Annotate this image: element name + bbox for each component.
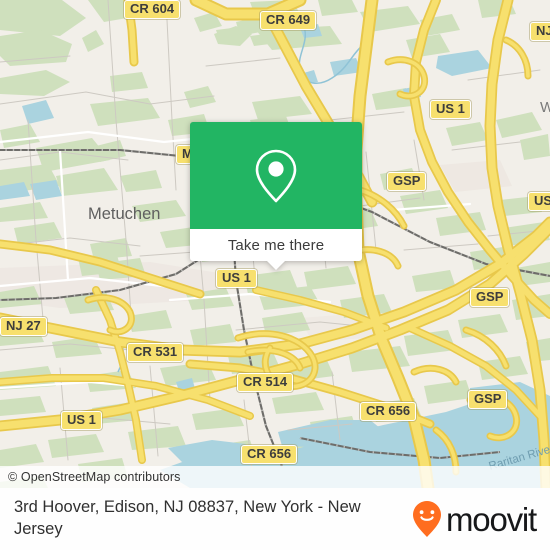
moovit-logo[interactable]: moovit	[412, 500, 550, 538]
osm-attribution-text: © OpenStreetMap contributors	[8, 470, 181, 484]
map-pin-icon	[255, 149, 297, 202]
road-shield: US 1	[61, 411, 102, 430]
map-place-label: W	[540, 99, 550, 116]
road-shield: US 1	[430, 100, 471, 119]
osm-attribution: © OpenStreetMap contributors	[0, 466, 550, 488]
road-shield: GSP	[470, 288, 510, 307]
map-place-label: Metuchen	[88, 205, 160, 223]
take-me-there-card[interactable]: Take me there	[190, 122, 362, 270]
road-shield: NJ 27	[0, 317, 47, 336]
card-pointer-tail	[267, 261, 285, 270]
footer-bar: 3rd Hoover, Edison, NJ 08837, New York -…	[0, 488, 550, 550]
road-shield: US 1	[216, 269, 257, 288]
moovit-wordmark: moovit	[446, 500, 537, 538]
road-shield: CR 656	[241, 445, 298, 464]
take-me-there-label: Take me there	[227, 236, 325, 254]
road-shield: CR 656	[360, 402, 417, 421]
road-shield: US 9	[528, 192, 550, 211]
moovit-pin-smile-icon	[413, 501, 441, 537]
address-label: 3rd Hoover, Edison, NJ 08837, New York -…	[14, 498, 361, 538]
card-icon-area	[190, 122, 362, 229]
road-shield: CR 649	[260, 11, 317, 30]
road-shield: CR 514	[237, 373, 294, 392]
road-shield: NJ	[530, 22, 550, 41]
road-shield: CR 531	[127, 343, 184, 362]
road-shield: CR 604	[124, 0, 181, 19]
road-shield: GSP	[387, 172, 427, 191]
map-screen: .grn{fill:#cfe0bd} .wtr{fill:#aad3df} .r…	[0, 0, 550, 550]
card-label-area[interactable]: Take me there	[190, 229, 362, 270]
road-shield: GSP	[468, 390, 508, 409]
